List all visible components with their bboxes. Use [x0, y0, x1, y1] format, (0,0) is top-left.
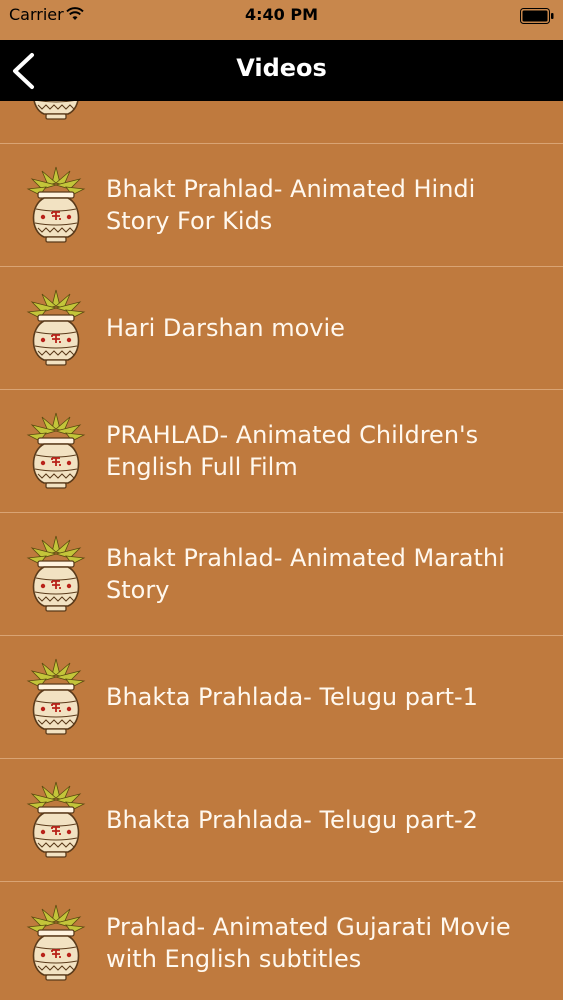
- video-title: PRAHLAD- Animated Children's English Ful…: [106, 421, 479, 481]
- page-title: Videos: [236, 54, 327, 82]
- video-title: Prahlad- Animated Gujarati Movie with En…: [106, 913, 511, 973]
- video-list-item[interactable]: Bhakt Prahlad- Animated Marathi Story: [0, 513, 563, 636]
- status-time: 4:40 PM: [244, 5, 318, 24]
- video-title: Bhakt Prahlad- Animated Hindi Story For …: [106, 175, 476, 235]
- navigation-bar: Videos: [0, 40, 563, 101]
- video-list-item[interactable]: [0, 101, 563, 144]
- kalash-icon: [26, 411, 86, 491]
- video-list-item[interactable]: Hari Darshan movie: [0, 267, 563, 390]
- video-title: [106, 101, 533, 143]
- video-list-item[interactable]: Bhakta Prahlada- Telugu part-1: [0, 636, 563, 759]
- video-list-item[interactable]: Prahlad- Animated Gujarati Movie with En…: [0, 882, 563, 1000]
- kalash-icon: [26, 165, 86, 245]
- video-list-item[interactable]: Bhakt Prahlad- Animated Hindi Story For …: [0, 144, 563, 267]
- battery-icon: [520, 8, 554, 28]
- video-title: Bhakta Prahlada- Telugu part-1: [106, 683, 478, 711]
- kalash-icon: [26, 288, 86, 368]
- status-bar: Carrier 4:40 PM: [0, 0, 563, 40]
- kalash-icon: [26, 780, 86, 860]
- kalash-icon: [26, 101, 86, 122]
- video-title: Hari Darshan movie: [106, 314, 345, 342]
- video-title: Bhakta Prahlada- Telugu part-2: [106, 806, 478, 834]
- video-list-item[interactable]: PRAHLAD- Animated Children's English Ful…: [0, 390, 563, 513]
- video-list[interactable]: Bhakt Prahlad- Animated Hindi Story For …: [0, 101, 563, 1000]
- video-list-item[interactable]: Bhakta Prahlada- Telugu part-2: [0, 759, 563, 882]
- video-title: Bhakt Prahlad- Animated Marathi Story: [106, 544, 505, 604]
- kalash-icon: [26, 657, 86, 737]
- kalash-icon: [26, 534, 86, 614]
- kalash-icon: [26, 903, 86, 983]
